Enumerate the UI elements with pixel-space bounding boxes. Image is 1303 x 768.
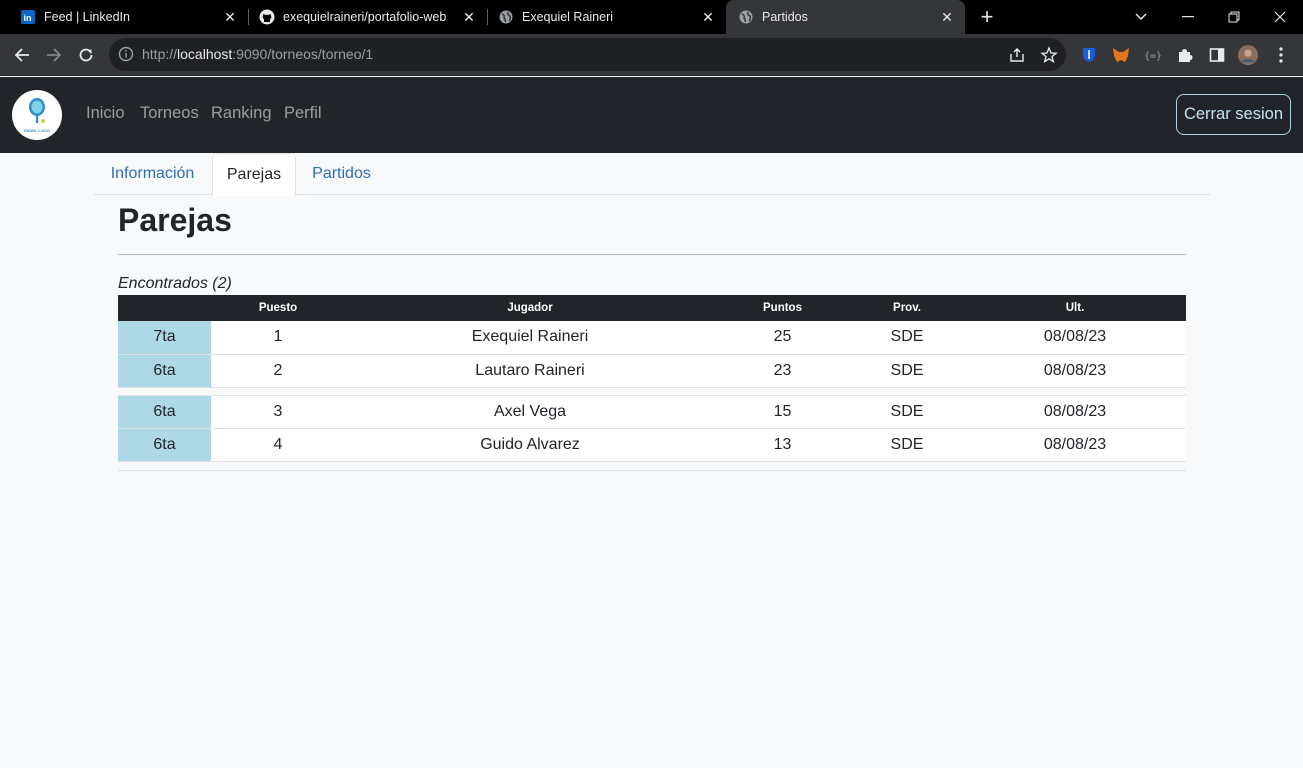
reload-icon[interactable] (71, 40, 101, 70)
window-close-icon[interactable] (1257, 0, 1303, 34)
puntos-cell: 15 (715, 395, 850, 429)
tab-partidos[interactable]: Partidos (297, 153, 386, 195)
jugador-cell: Axel Vega (345, 395, 715, 429)
close-icon[interactable]: ✕ (459, 7, 479, 27)
address-bar[interactable]: http://localhost:9090/torneos/torneo/1 (109, 38, 1066, 71)
column-header-category (118, 295, 211, 321)
tab-title: Exequiel Raineri (522, 10, 614, 24)
table-row[interactable]: 6ta 4 Guido Alvarez 13 SDE 08/08/23 (118, 428, 1186, 462)
browser-tab-github[interactable]: exequielraineri/portafolio-web ✕ (239, 0, 487, 34)
tab-informacion[interactable]: Información (94, 153, 211, 195)
ult-cell: 08/08/23 (964, 395, 1186, 429)
share-icon[interactable] (1008, 46, 1026, 64)
tab-parejas[interactable]: Parejas (212, 153, 296, 196)
svg-text:in: in (24, 13, 32, 23)
profile-avatar-icon[interactable] (1238, 45, 1258, 65)
divider (118, 470, 1186, 471)
puntos-cell: 25 (715, 321, 850, 355)
puesto-cell: 3 (211, 395, 345, 429)
site-navbar: PADEL LOCO Inicio Torneos Ranking Perfil… (0, 77, 1303, 153)
puesto-cell: 2 (211, 354, 345, 388)
back-arrow-icon[interactable] (7, 40, 37, 70)
linkedin-icon: in (20, 9, 36, 25)
column-header-prov: Prov. (850, 295, 964, 321)
restore-icon[interactable] (1211, 0, 1257, 34)
results-count: Encontrados (2) (118, 275, 232, 292)
browser-menu-icon[interactable] (1271, 45, 1291, 65)
new-tab-button[interactable]: + (975, 4, 999, 29)
nav-link-torneos[interactable]: Torneos (140, 104, 199, 123)
table-row[interactable]: 7ta 1 Exequiel Raineri 25 SDE 08/08/23 (118, 321, 1186, 355)
close-icon[interactable]: ✕ (937, 7, 957, 27)
tab-title: Feed | LinkedIn (44, 10, 130, 24)
table-row[interactable]: 6ta 2 Lautaro Raineri 23 SDE 08/08/23 (118, 354, 1186, 388)
ult-cell: 08/08/23 (964, 321, 1186, 355)
table-row[interactable]: 6ta 3 Axel Vega 15 SDE 08/08/23 (118, 395, 1186, 429)
category-cell: 6ta (118, 354, 211, 388)
close-icon[interactable]: ✕ (698, 7, 718, 27)
nav-link-inicio[interactable]: Inicio (86, 104, 125, 123)
puesto-cell: 1 (211, 321, 345, 355)
pairs-table: Puesto Jugador Puntos Prov. Ult. 7ta 1 E… (118, 295, 1186, 388)
side-panel-icon[interactable] (1207, 45, 1227, 65)
column-header-ult: Ult. (964, 295, 1186, 321)
puesto-cell: 4 (211, 428, 345, 462)
prov-cell: SDE (850, 428, 964, 462)
github-icon (259, 9, 275, 25)
jugador-cell: Guido Alvarez (345, 428, 715, 462)
close-icon[interactable]: ✕ (220, 7, 240, 27)
browser-tab-partidos[interactable]: Partidos ✕ (726, 0, 965, 34)
browser-toolbar: http://localhost:9090/torneos/torneo/1 {… (0, 34, 1303, 76)
globe-icon (738, 9, 754, 25)
url-text: http://localhost:9090/torneos/torneo/1 (142, 46, 374, 62)
minimize-icon[interactable] (1165, 0, 1211, 34)
tab-title: Partidos (762, 10, 808, 24)
browser-tab-bar: in Feed | LinkedIn ✕ exequielraineri/por… (0, 0, 1303, 34)
bitwarden-extension-icon[interactable] (1079, 45, 1099, 65)
category-cell: 6ta (118, 395, 211, 429)
column-header-puesto: Puesto (211, 295, 345, 321)
extensions-puzzle-icon[interactable] (1175, 45, 1195, 65)
metamask-extension-icon[interactable] (1111, 45, 1131, 65)
pairs-table: 6ta 3 Axel Vega 15 SDE 08/08/23 6ta 4 Gu… (118, 395, 1186, 462)
ult-cell: 08/08/23 (964, 354, 1186, 388)
browser-tab-exequiel[interactable]: Exequiel Raineri ✕ (478, 0, 726, 34)
puntos-cell: 13 (715, 428, 850, 462)
browser-tab-linkedin[interactable]: in Feed | LinkedIn ✕ (0, 0, 248, 34)
nav-link-perfil[interactable]: Perfil (284, 104, 322, 123)
puntos-cell: 23 (715, 354, 850, 388)
globe-icon (498, 9, 514, 25)
logo-text: PADEL LOCO (24, 128, 50, 133)
bookmark-star-icon[interactable] (1040, 46, 1058, 64)
nav-link-ranking[interactable]: Ranking (211, 104, 272, 123)
jugador-cell: Exequiel Raineri (345, 321, 715, 355)
category-cell: 7ta (118, 321, 211, 355)
tab-title: exequielraineri/portafolio-web (283, 10, 447, 24)
prov-cell: SDE (850, 354, 964, 388)
site-info-icon[interactable] (118, 46, 134, 62)
tab-search-icon[interactable] (1118, 0, 1164, 34)
json-extension-icon[interactable]: {=} (1143, 45, 1163, 65)
prov-cell: SDE (850, 395, 964, 429)
divider (118, 254, 1186, 255)
forward-arrow-icon[interactable] (39, 40, 69, 70)
column-header-puntos: Puntos (715, 295, 850, 321)
column-header-jugador: Jugador (345, 295, 715, 321)
table-header-row: Puesto Jugador Puntos Prov. Ult. (118, 295, 1186, 321)
logout-button[interactable]: Cerrar sesion (1176, 94, 1291, 135)
ult-cell: 08/08/23 (964, 428, 1186, 462)
prov-cell: SDE (850, 321, 964, 355)
tournament-tabs: Información Parejas Partidos (94, 153, 1210, 196)
svg-text:{=}: {=} (1144, 51, 1162, 61)
page-title: Parejas (118, 202, 232, 238)
jugador-cell: Lautaro Raineri (345, 354, 715, 388)
category-cell: 6ta (118, 428, 211, 462)
